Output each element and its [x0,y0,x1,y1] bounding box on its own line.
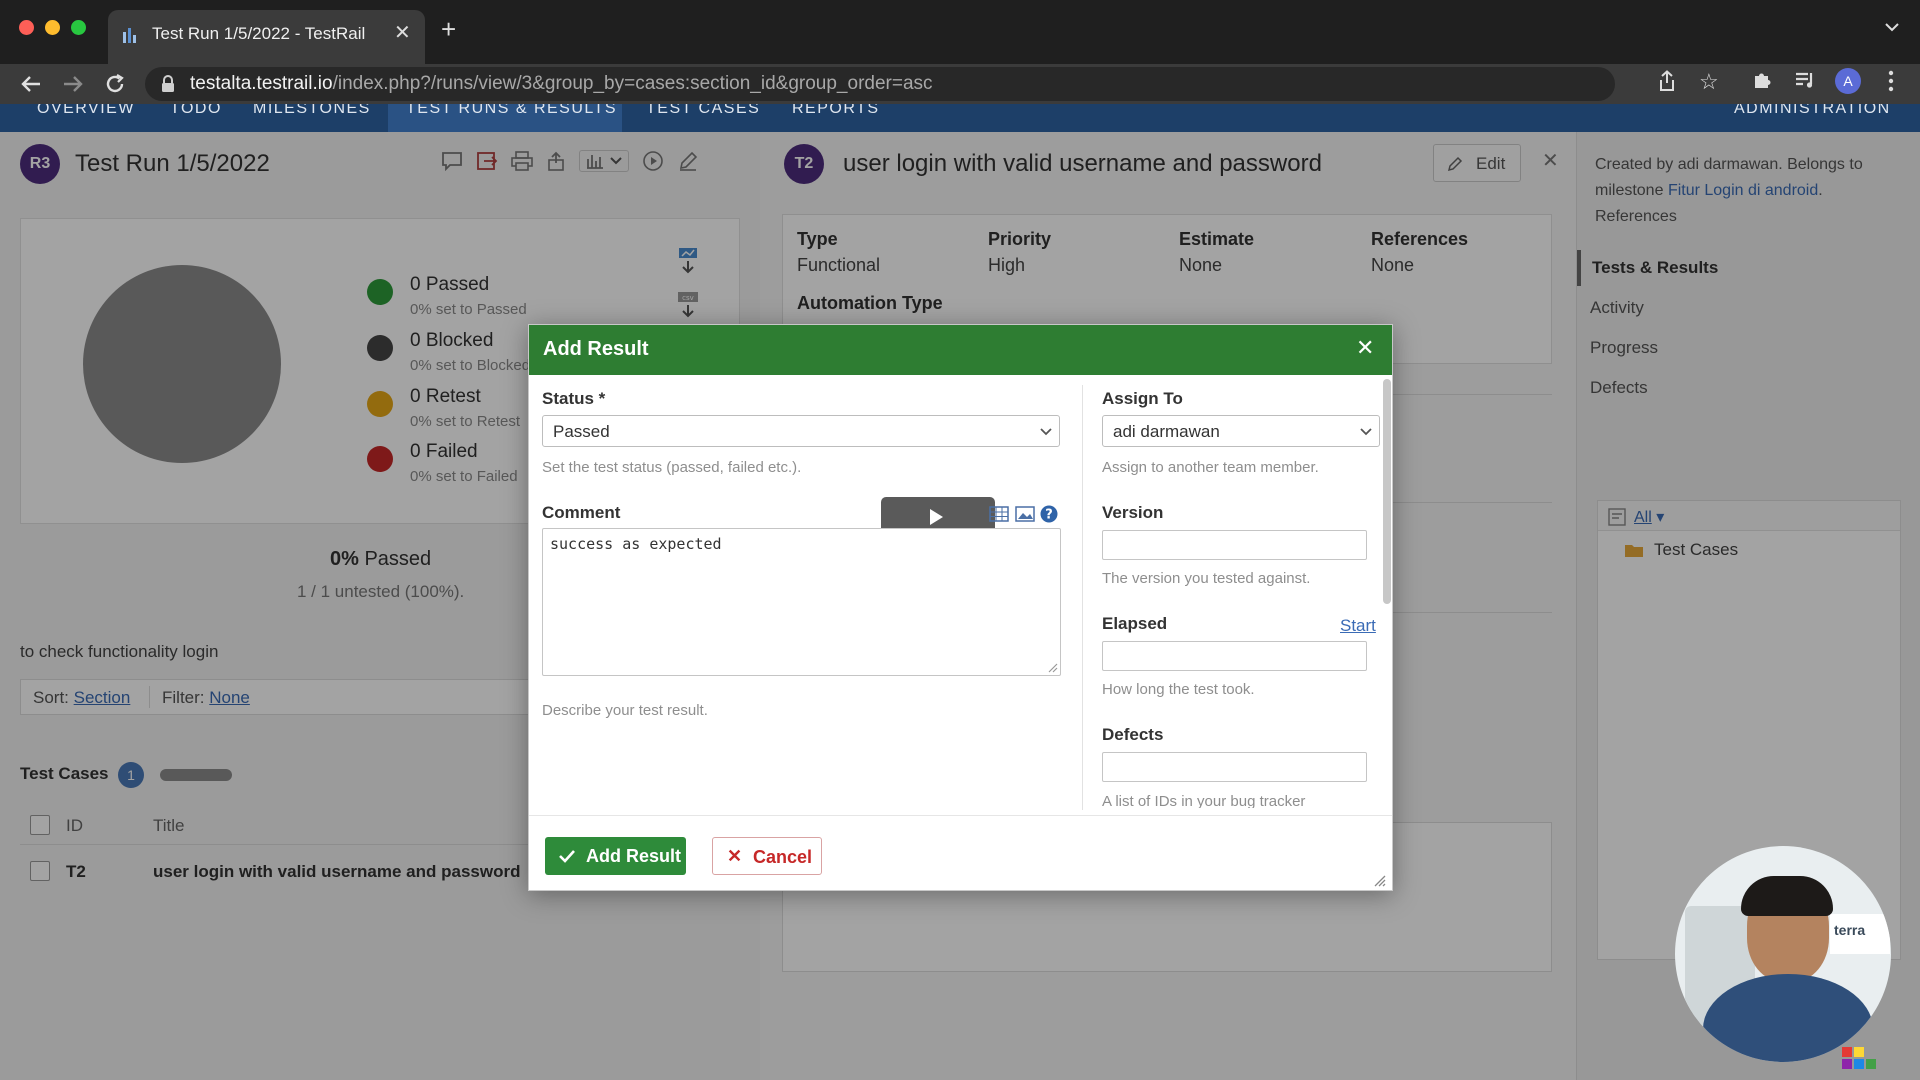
back-arrow-icon[interactable] [20,74,42,94]
assign-to-select[interactable]: adi darmawan [1102,415,1380,447]
dialog-header: Add Result ✕ [529,325,1392,375]
status-selected-value: Passed [553,422,610,441]
forward-arrow-icon[interactable] [62,74,84,94]
nav-reports[interactable]: REPORTS [792,104,880,118]
dialog-resize-icon[interactable] [1374,875,1386,887]
play-icon [930,509,943,525]
comment-text: success as expected [550,535,722,553]
close-tab-icon[interactable]: ✕ [394,20,411,45]
assign-to-label: Assign To [1102,389,1183,408]
browser-tab-strip: Test Run 1/5/2022 - TestRail ✕ + [0,0,1920,64]
browser-tab-title: Test Run 1/5/2022 - TestRail [152,24,366,43]
testrail-favicon-icon [122,26,138,44]
version-help: The version you tested against. [1102,570,1311,587]
elapsed-help: How long the test took. [1102,681,1255,698]
defects-help: A list of IDs in your bug tracker [1102,793,1306,808]
tab-search-chevron-icon[interactable] [1884,22,1900,32]
dialog-close-icon[interactable]: ✕ [1356,335,1374,361]
brand-logo [1840,1045,1880,1075]
dialog-title: Add Result [543,338,649,360]
elapsed-input[interactable] [1102,641,1367,671]
svg-text:?: ? [1045,508,1053,523]
defects-input[interactable] [1102,752,1367,782]
profile-avatar[interactable]: A [1835,68,1861,94]
dialog-scrollbar[interactable] [1383,379,1391,604]
defects-label: Defects [1102,725,1164,744]
add-result-button-label: Add Result [586,846,682,866]
share-icon[interactable] [1658,70,1676,92]
minimize-window-button[interactable] [45,20,60,35]
help-icon[interactable]: ? [1040,505,1058,523]
webcam-sign-text: terra [1834,922,1866,938]
add-result-dialog: Add Result ✕ Status * Passed Set the tes… [528,324,1393,891]
reload-icon[interactable] [104,73,126,95]
cancel-button-label: Cancel [753,847,813,867]
version-label: Version [1102,503,1164,522]
nav-overview[interactable]: OVERVIEW [37,104,135,118]
media-queue-icon[interactable] [1794,71,1816,89]
address-bar[interactable]: testalta.testrail.io/index.php?/runs/vie… [145,67,1615,101]
cancel-x-icon: ✕ [727,846,743,866]
nav-test-cases[interactable]: TEST CASES [646,104,760,118]
browser-menu-icon[interactable] [1888,70,1894,92]
defects-help-clip: A list of IDs in your bug tracker [1102,790,1367,808]
browser-tab[interactable]: Test Run 1/5/2022 - TestRail ✕ [108,10,425,64]
check-icon [559,850,575,863]
webcam-sign: terra [1830,914,1890,954]
zoom-window-button[interactable] [71,20,86,35]
table-insert-icon[interactable] [989,506,1009,522]
nav-milestones[interactable]: MILESTONES [253,104,371,118]
nav-test-runs-results[interactable]: TEST RUNS & RESULTS [406,104,617,118]
status-help: Set the test status (passed, failed etc.… [542,459,802,476]
elapsed-label: Elapsed [1102,614,1168,633]
comment-textarea[interactable]: success as expected [542,528,1061,676]
version-input[interactable] [1102,530,1367,560]
chevron-down-icon [1360,428,1372,436]
nav-todo[interactable]: TODO [170,104,222,118]
status-select[interactable]: Passed [542,415,1060,447]
image-insert-icon[interactable] [1015,506,1035,522]
bookmark-star-icon[interactable]: ☆ [1699,69,1719,95]
new-tab-button[interactable]: + [441,16,456,42]
url-text: testalta.testrail.io/index.php?/runs/vie… [190,73,933,94]
presenter-webcam: terra [1675,846,1891,1062]
assign-selected-value: adi darmawan [1113,422,1220,441]
footer-divider [529,815,1392,816]
status-label: Status * [542,389,606,408]
presenter-hair [1741,876,1833,916]
top-navigation: OVERVIEW TODO MILESTONES TEST RUNS & RES… [0,104,1920,132]
close-window-button[interactable] [19,20,34,35]
chevron-down-icon [1040,428,1052,436]
cancel-button[interactable]: ✕ Cancel [712,837,822,875]
lock-icon[interactable] [161,75,175,93]
column-divider [1082,385,1083,810]
nav-administration[interactable]: ADMINISTRATION [1734,104,1891,118]
resize-handle-icon[interactable] [1048,663,1058,673]
add-result-button[interactable]: Add Result [545,837,686,875]
assign-help: Assign to another team member. [1102,459,1319,476]
extensions-puzzle-icon[interactable] [1752,70,1772,90]
comment-label: Comment [542,503,621,522]
comment-help: Describe your test result. [542,702,708,719]
elapsed-start-link[interactable]: Start [1340,616,1376,636]
